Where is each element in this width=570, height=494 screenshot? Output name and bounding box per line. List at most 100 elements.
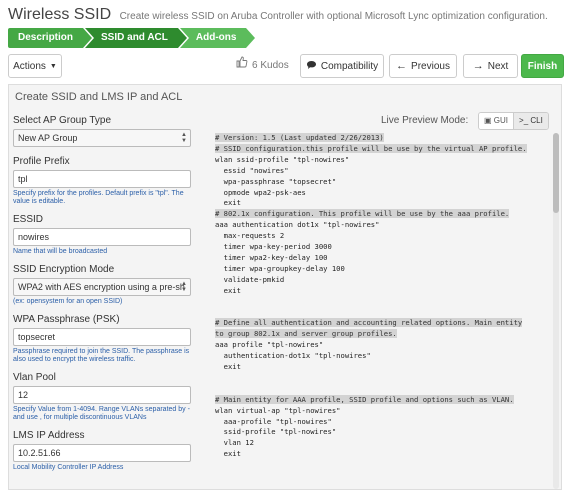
essid-field: ESSID nowires Name that will be broadcas… [13,214,203,256]
code-comment-text: # Main entity for AAA profile, SSID prof… [215,394,514,404]
lms-ip-help: Local Mobility Controller IP Address [13,464,124,471]
passphrase-field: WPA Passphrase (PSK) topsecret Passphras… [13,314,203,364]
code-line: aaa profile "tpl-nowires" [215,340,324,350]
ap-group-select[interactable]: New AP Group ▲ ▼ [13,129,191,147]
wizard-steps: Description SSID and ACL Add-ons [8,28,255,48]
passphrase-help: Passphrase required to join the SSID. Th… [13,348,190,363]
gui-mode-button[interactable]: ▣ GUI [479,113,514,129]
lms-ip-label: LMS IP Address [13,430,85,441]
code-line: max-requests 2 [215,231,285,241]
code-line: aaa-profile "tpl-nowires" [215,416,332,426]
lms-ip-input[interactable]: 10.2.51.66 [13,444,191,462]
passphrase-input[interactable]: topsecret [13,328,191,346]
ap-group-field: Select AP Group Type New AP Group ▲ ▼ [13,115,203,147]
code-comment-line: # 802.1x configuration. This profile wil… [215,209,549,220]
code-line: ssid-profile "tpl-nowires" [215,427,337,437]
select-arrows-icon: ▲ ▼ [181,281,187,293]
profile-prefix-field: Profile Prefix tpl Specify prefix for th… [13,156,203,206]
kudos[interactable]: 6 Kudos [236,54,289,78]
preview-mode-toggle: ▣ GUI >_ CLI [478,112,549,130]
encryption-select[interactable]: WPA2 with AES encryption using a pre-sh … [13,278,191,296]
select-arrows-icon: ▲ ▼ [181,132,187,144]
previous-button[interactable]: ← Previous [389,54,457,78]
arrow-right-icon: → [472,60,484,72]
main-panel: Create SSID and LMS IP and ACL Select AP… [8,84,562,490]
code-comment-line: # SSID configuration.this profile will b… [215,143,549,155]
code-comment-line: to group 802.1x and server group profile… [215,329,549,340]
compatibility-button[interactable]: Compatibility [300,54,384,78]
code-line: authentication-dot1x "tpl-nowires" [215,351,371,361]
code-line: opmode wpa2-psk-aes [215,187,306,197]
vlan-pool-label: Vlan Pool [13,372,56,383]
live-preview-label: Live Preview Mode: [381,115,469,126]
code-line: wlan ssid-profile "tpl-nowires" [215,154,350,164]
code-line: timer wpa-groupkey-delay 100 [215,263,345,273]
page-subtitle: Create wireless SSID on Aruba Controller… [119,11,548,22]
toolbar: Actions ▼ 6 Kudos Compatibility ← Previo… [8,54,564,78]
passphrase-label: WPA Passphrase (PSK) [13,314,120,325]
code-line: exit [215,198,241,208]
compatibility-label: Compatibility [320,60,379,72]
code-comment-text: # 802.1x configuration. This profile wil… [215,209,510,219]
encryption-field: SSID Encryption Mode WPA2 with AES encry… [13,264,203,306]
vlan-pool-field: Vlan Pool 12 Specify Value from 1-4094. … [13,372,203,422]
lms-ip-field: LMS IP Address 10.2.51.66 Local Mobility… [13,430,203,472]
essid-input[interactable]: nowires [13,228,191,246]
cli-preview: # Version: 1.5 (Last updated 2/26/2013) #… [215,133,549,489]
thumbs-up-icon [236,54,248,78]
panel-title: Create SSID and LMS IP and ACL [15,91,183,103]
finish-button[interactable]: Finish [521,54,564,78]
ap-group-label: Select AP Group Type [13,115,112,126]
encryption-label: SSID Encryption Mode [13,264,115,275]
code-comment-text: # Version: 1.5 (Last updated 2/26/2013) [215,133,384,142]
code-line: wlan virtual-ap "tpl-nowires" [215,405,341,415]
code-comment-text: to group 802.1x and server group profile… [215,329,397,339]
cli-mode-button[interactable]: >_ CLI [513,113,548,129]
previous-label: Previous [411,60,450,72]
encryption-help: (ex: opensystem for an open SSID) [13,298,123,305]
code-line: aaa authentication dot1x "tpl-nowires" [215,220,380,230]
ap-group-value: New AP Group [18,133,78,143]
code-line: timer wpa-key-period 3000 [215,242,332,252]
encryption-value: WPA2 with AES encryption using a pre-sh [18,282,185,292]
arrow-left-icon: ← [396,60,408,72]
code-scrollbar[interactable] [553,133,559,489]
code-comment-line: # Define all authentication and accounti… [215,318,549,329]
code-line: validate-pmkid [215,274,285,284]
kudos-count: 6 Kudos [252,60,289,71]
gui-mode-label: GUI [493,116,509,125]
next-button[interactable]: → Next [463,54,518,78]
step-add-ons[interactable]: Add-ons [179,28,255,48]
code-line: exit [215,449,241,459]
code-comment-text: # SSID configuration.this profile will b… [215,143,527,153]
essid-help: Name that will be broadcasted [13,248,108,255]
speech-bubble-icon [306,60,317,73]
ssid-form: Select AP Group Type New AP Group ▲ ▼ Pro… [13,115,203,477]
profile-prefix-help: Specify prefix for the profiles. Default… [13,190,184,205]
profile-prefix-label: Profile Prefix [13,156,70,167]
code-line: vlan 12 [215,438,254,448]
profile-prefix-input[interactable]: tpl [13,170,191,188]
code-comment-line: # Version: 1.5 (Last updated 2/26/2013) [215,133,549,144]
vlan-pool-input[interactable]: 12 [13,386,191,404]
code-scrollbar-thumb[interactable] [553,133,559,213]
code-comment-text: # Define all authentication and accounti… [215,318,523,328]
essid-label: ESSID [13,214,44,225]
code-line: exit [215,285,241,295]
vlan-pool-help: Specify Value from 1-4094. Range VLANs s… [13,406,190,421]
actions-label: Actions [13,60,46,72]
code-line: essid "nowires" [215,165,289,175]
step-ssid-and-acl[interactable]: SSID and ACL [85,28,187,48]
code-line: timer wpa2-key-delay 100 [215,252,328,262]
code-comment-line: # Main entity for AAA profile, SSID prof… [215,394,549,406]
code-line: wpa-passphrase "topsecret" [215,176,337,186]
image-icon: ▣ [484,116,492,125]
step-description[interactable]: Description [8,28,93,48]
actions-button[interactable]: Actions ▼ [8,54,62,78]
page-title: Wireless SSID [8,6,112,23]
code-line: exit [215,362,241,372]
